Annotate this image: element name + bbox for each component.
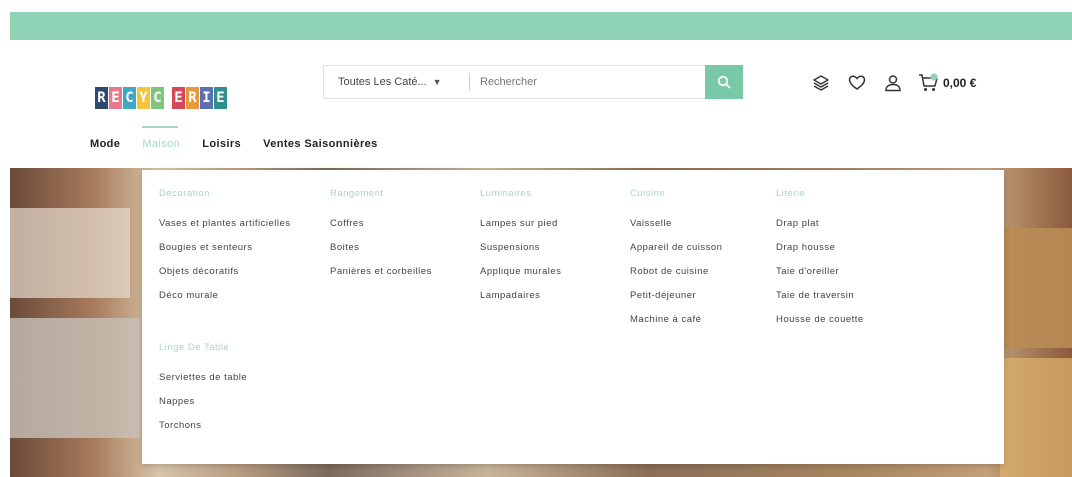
hero-decoration <box>995 228 1072 348</box>
search-input[interactable] <box>470 66 705 98</box>
cart-total: 0,00 € <box>943 76 977 90</box>
logo-letter: C <box>123 87 136 109</box>
header-icons: 0,00 € <box>810 70 976 96</box>
top-banner <box>10 12 1072 40</box>
menu-link[interactable]: Bougies et senteurs <box>159 242 291 266</box>
hero-decoration <box>1000 358 1072 477</box>
menu-column-rangement: Rangement Coffres Boites Panières et cor… <box>330 188 432 290</box>
menu-column-literie: Literie Drap plat Drap housse Taie d'ore… <box>776 188 864 338</box>
menu-link[interactable]: Drap housse <box>776 242 864 266</box>
search-button[interactable] <box>705 65 743 99</box>
logo-gap <box>165 87 171 109</box>
menu-link[interactable]: Appareil de cuisson <box>630 242 722 266</box>
account-button[interactable] <box>882 72 904 94</box>
menu-link[interactable]: Déco murale <box>159 290 291 314</box>
cart-button[interactable]: 0,00 € <box>918 73 976 93</box>
nav-item-loisirs[interactable]: Loisirs <box>202 138 241 150</box>
hero-decoration <box>10 208 130 298</box>
logo-letter: Y <box>137 87 150 109</box>
menu-link[interactable]: Nappes <box>159 396 247 420</box>
menu-column-title[interactable]: Rangement <box>330 188 432 199</box>
search-icon <box>717 75 731 89</box>
search-bar: Toutes Les Caté... ▼ <box>323 65 743 99</box>
menu-link[interactable]: Lampes sur pied <box>480 218 561 242</box>
menu-column-linge-de-table: Linge De Table Serviettes de table Nappe… <box>159 342 247 444</box>
menu-column-cuisine: Cuisine Vaisselle Appareil de cuisson Ro… <box>630 188 722 338</box>
nav-item-maison[interactable]: Maison <box>142 126 180 150</box>
logo-letter: R <box>95 87 108 109</box>
nav-item-mode[interactable]: Mode <box>90 138 120 150</box>
menu-column-title[interactable]: Literie <box>776 188 864 199</box>
nav-item-ventes-saisonnieres[interactable]: Ventes Saisonnières <box>263 138 378 150</box>
heart-icon <box>848 75 866 90</box>
menu-column-luminaires: Luminaires Lampes sur pied Suspensions A… <box>480 188 561 314</box>
logo-letter: E <box>109 87 122 109</box>
menu-link[interactable]: Lampadaires <box>480 290 561 314</box>
menu-link[interactable]: Drap plat <box>776 218 864 242</box>
menu-link[interactable]: Panières et corbeilles <box>330 266 432 290</box>
menu-column-title[interactable]: Linge De Table <box>159 342 247 353</box>
menu-link[interactable]: Boites <box>330 242 432 266</box>
main-nav: Mode Maison Loisirs Ventes Saisonnières <box>90 126 400 150</box>
menu-column-title[interactable]: Cuisine <box>630 188 722 199</box>
mega-menu: Décoration Vases et plantes artificielle… <box>142 170 1004 464</box>
category-select-value: Toutes Les Caté... <box>338 76 427 88</box>
logo-letter: C <box>151 87 164 109</box>
logo-letter: R <box>186 87 199 109</box>
menu-link[interactable]: Robot de cuisine <box>630 266 722 290</box>
compare-button[interactable] <box>810 72 832 94</box>
site-logo[interactable]: R E C Y C E R I E <box>95 87 227 111</box>
menu-link[interactable]: Taie d'oreiller <box>776 266 864 290</box>
menu-column-title[interactable]: Décoration <box>159 188 291 199</box>
menu-link[interactable]: Machine à café <box>630 314 722 338</box>
menu-link[interactable]: Coffres <box>330 218 432 242</box>
menu-column-title[interactable]: Luminaires <box>480 188 561 199</box>
cart-icon <box>919 73 938 91</box>
user-icon <box>885 75 901 92</box>
menu-link[interactable]: Suspensions <box>480 242 561 266</box>
hero-decoration <box>10 318 140 438</box>
menu-link[interactable]: Taie de traversin <box>776 290 864 314</box>
menu-link[interactable]: Serviettes de table <box>159 372 247 396</box>
menu-link[interactable]: Torchons <box>159 420 247 444</box>
chevron-down-icon: ▼ <box>432 77 442 87</box>
menu-column-decoration: Décoration Vases et plantes artificielle… <box>159 188 291 314</box>
menu-link[interactable]: Vaisselle <box>630 218 722 242</box>
category-select[interactable]: Toutes Les Caté... ▼ <box>324 66 469 98</box>
logo-letter: E <box>172 87 185 109</box>
wishlist-button[interactable] <box>846 72 868 94</box>
menu-link[interactable]: Petit-déjeuner <box>630 290 722 314</box>
menu-link[interactable]: Applique murales <box>480 266 561 290</box>
logo-letter: E <box>214 87 227 109</box>
layers-icon <box>813 75 829 91</box>
logo-letter: I <box>200 87 213 109</box>
menu-link[interactable]: Housse de couette <box>776 314 864 338</box>
menu-link[interactable]: Objets décoratifs <box>159 266 291 290</box>
menu-link[interactable]: Vases et plantes artificielles <box>159 218 291 242</box>
